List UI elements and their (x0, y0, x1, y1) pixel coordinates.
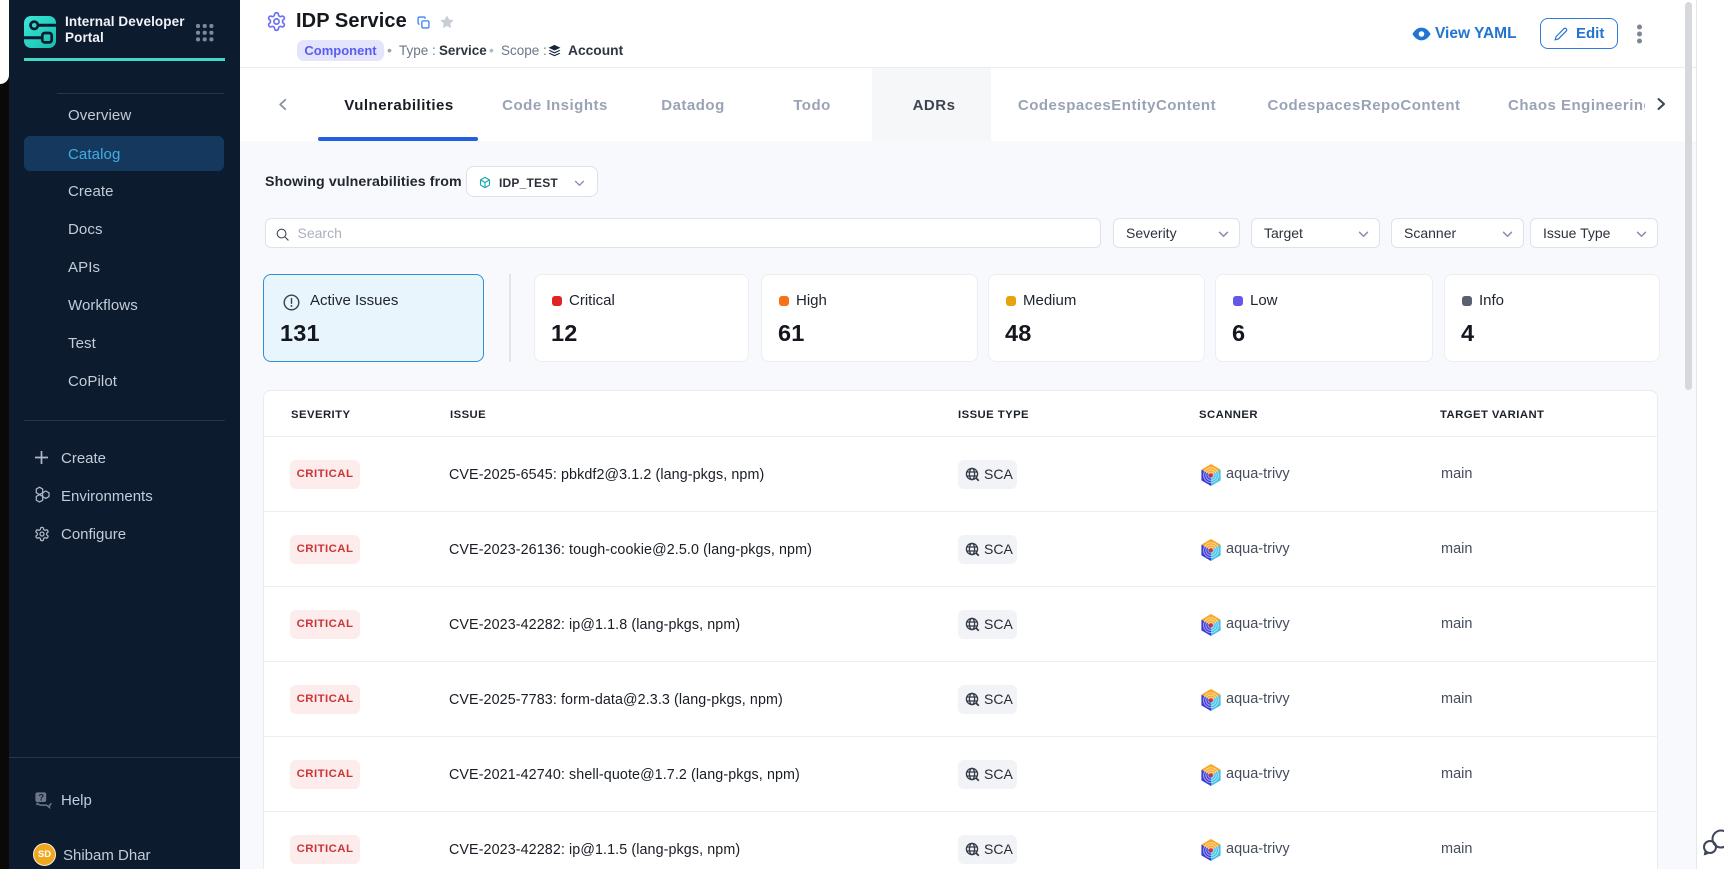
svg-text:?: ? (38, 793, 44, 804)
